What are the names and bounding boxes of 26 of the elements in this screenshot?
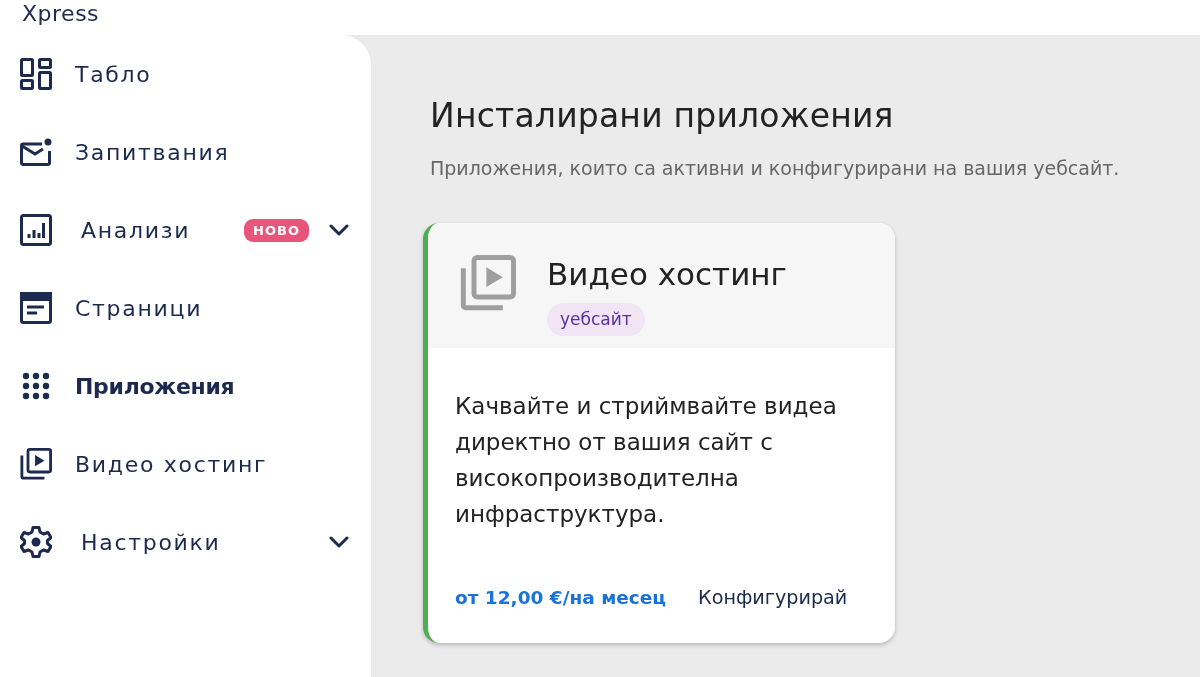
sidebar-item[interactable]: Настройки bbox=[0, 503, 371, 581]
page-title: Инсталирани приложения bbox=[430, 95, 895, 137]
page-icon bbox=[20, 292, 52, 324]
settings-icon bbox=[20, 526, 52, 558]
sidebar-item[interactable]: Анализи НОВО bbox=[0, 191, 371, 269]
bar-chart-icon bbox=[20, 214, 52, 246]
video-library-icon bbox=[460, 255, 516, 311]
sidebar-item[interactable]: Запитвания bbox=[0, 113, 371, 191]
dashboard-icon bbox=[20, 58, 52, 90]
video-library-icon bbox=[20, 448, 52, 480]
sidebar-item[interactable]: Приложения bbox=[0, 347, 371, 425]
configure-link[interactable]: Конфигурирай bbox=[698, 586, 848, 609]
price-text: от 12,00 €/на месец bbox=[455, 587, 667, 608]
chevron-down-icon[interactable] bbox=[329, 536, 349, 548]
page-subtitle: Приложения, които са активни и конфигурирани на вашия уебсайт. bbox=[430, 156, 1121, 181]
sidebar-item[interactable]: Страници bbox=[0, 269, 371, 347]
sidebar-item[interactable]: Табло bbox=[0, 35, 371, 113]
category-tag: уебсайт bbox=[547, 303, 645, 336]
logo-text: Xpress bbox=[22, 2, 100, 26]
app-description: Качвайте и стриймвайте видеа директно от вашия сайт с високопроизводителна инфраструктура. bbox=[455, 392, 838, 529]
sidebar-item[interactable]: Видео хостинг bbox=[0, 425, 371, 503]
apps-grid-icon bbox=[22, 372, 50, 400]
chevron-down-icon[interactable] bbox=[329, 224, 349, 236]
mail-icon bbox=[20, 136, 52, 168]
new-badge: НОВО bbox=[244, 218, 309, 242]
app-title: Видео хостинг bbox=[547, 255, 787, 293]
